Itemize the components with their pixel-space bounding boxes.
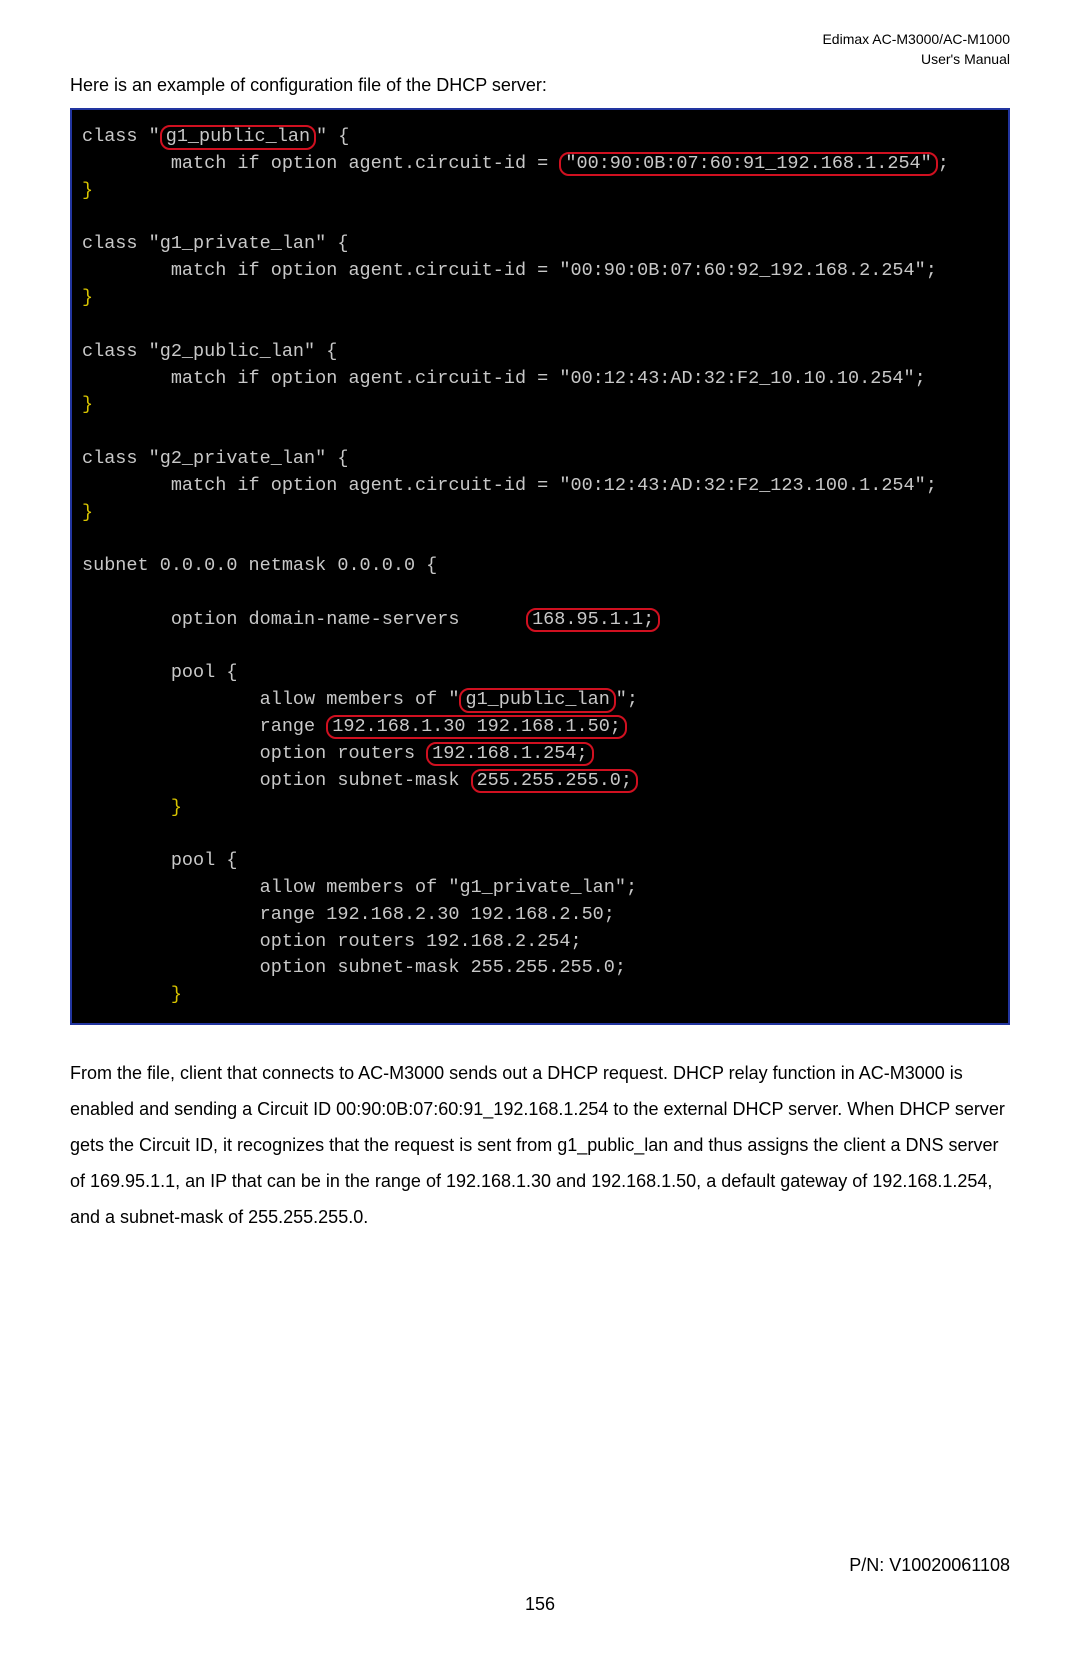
code-line: } — [82, 984, 182, 1005]
code-line: match if option agent.circuit-id = "00:9… — [82, 260, 937, 281]
code-line: pool { — [82, 850, 237, 871]
highlight-routers: 192.168.1.254; — [426, 742, 593, 766]
highlight-range: 192.168.1.30 192.168.1.50; — [326, 715, 627, 739]
code-line: class "g2_private_lan" { — [82, 448, 348, 469]
code-line: match if option agent.circuit-id = "00:1… — [82, 475, 937, 496]
highlight-circuit-id: "00:90:0B:07:60:91_192.168.1.254" — [559, 152, 937, 176]
intro-text: Here is an example of configuration file… — [70, 75, 1010, 96]
code-line: allow members of "g1_private_lan"; — [82, 877, 637, 898]
header-manual: User's Manual — [70, 50, 1010, 70]
code-line: option routers 192.168.2.254; — [82, 931, 582, 952]
code-line: } — [82, 797, 182, 818]
code-line: option subnet-mask 255.255.255.0; — [82, 770, 638, 791]
header-product: Edimax AC-M3000/AC-M1000 — [70, 30, 1010, 50]
code-line: } — [82, 287, 93, 308]
code-line: } — [82, 502, 93, 523]
code-line: pool { — [82, 662, 237, 683]
code-line: class "g2_public_lan" { — [82, 341, 337, 362]
code-line: option subnet-mask 255.255.255.0; — [82, 957, 626, 978]
code-line: option routers 192.168.1.254; — [82, 743, 594, 764]
code-block: class "g1_public_lan" { match if option … — [70, 108, 1010, 1025]
code-line: } — [82, 394, 93, 415]
page-number: 156 — [70, 1594, 1010, 1615]
code-line: option domain-name-servers 168.95.1.1; — [82, 609, 660, 630]
code-line: range 192.168.2.30 192.168.2.50; — [82, 904, 615, 925]
code-line: class "g1_private_lan" { — [82, 233, 348, 254]
code-line: } — [82, 180, 93, 201]
header: Edimax AC-M3000/AC-M1000 User's Manual — [70, 30, 1010, 69]
highlight-pool-class: g1_public_lan — [459, 688, 615, 712]
body-paragraph: From the file, client that connects to A… — [70, 1055, 1010, 1235]
code-line: range 192.168.1.30 192.168.1.50; — [82, 716, 627, 737]
code-line: match if option agent.circuit-id = "00:1… — [82, 368, 926, 389]
code-line: match if option agent.circuit-id = "00:9… — [82, 153, 949, 174]
part-number: P/N: V10020061108 — [70, 1555, 1010, 1576]
code-line: class "g1_public_lan" { — [82, 126, 349, 147]
code-line: subnet 0.0.0.0 netmask 0.0.0.0 { — [82, 555, 437, 576]
highlight-dns: 168.95.1.1; — [526, 608, 660, 632]
page-container: Edimax AC-M3000/AC-M1000 User's Manual H… — [0, 0, 1080, 1655]
highlight-class-name: g1_public_lan — [160, 125, 316, 149]
code-line: allow members of "g1_public_lan"; — [82, 689, 638, 710]
highlight-mask: 255.255.255.0; — [471, 769, 638, 793]
